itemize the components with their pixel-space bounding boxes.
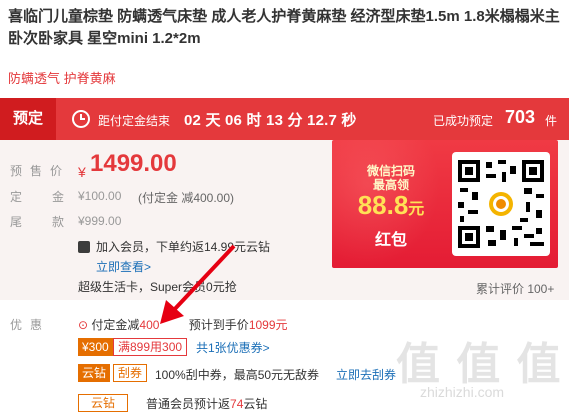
yunzuan-amount: 74 [230,397,244,411]
guaquan-badge[interactable]: 刮券 [113,364,147,382]
coupon-condition-badge[interactable]: 满899用300 [113,338,188,356]
watermark-text: 值 值 值 [396,340,563,389]
deposit-discount-icon: ⊙ [78,318,89,332]
qr-code-icon [458,160,544,248]
presale-price-label: 预售价 [10,164,71,178]
deposit-discount-prefix: 付定金减 [91,318,140,332]
watermark-site: zhizhizhi.com [420,384,505,400]
yunzuan-row: 普通会员预计返74云钻 [146,395,267,412]
countdown-label: 距付定金结束 [98,114,171,128]
product-subtitle: 防螨透气 护脊黄麻 [8,71,116,86]
wechat-promo-card[interactable]: 微信扫码 最高领 88.8元 红包 [332,140,558,268]
scratch-coupon-link[interactable]: 立即去刮券 [336,366,396,383]
promo-line3: 红包 [374,232,407,249]
promo-amount-wrap: 88.8元 [332,190,450,221]
promo-amount: 88.8 [357,190,409,220]
view-now-link[interactable]: 立即查看> [96,258,151,275]
presale-price: 1499.00 [90,150,177,177]
deposit-value: ¥100.00 [78,189,122,203]
more-coupons-link[interactable]: 共1张优惠券> [196,339,270,356]
expected-price-text: 预计到手价 [188,318,249,332]
balance-value: ¥999.00 [78,214,122,228]
yun-badge: 云钻 [78,364,110,382]
guaquan-text: 100%刮中券，最高50元无敌券 [155,368,320,382]
booked-unit: 件 [545,114,558,128]
countdown-timer: 02 天 06 时 13 分 12.7 秒 [184,112,357,129]
deposit-note: (付定金 减400.00) [138,191,235,205]
booked-count: 703 [505,107,536,127]
booked-label: 已成功预定 [433,114,494,128]
yunzuan-badge: 云钻 [78,394,128,412]
price-currency: ¥ [78,164,86,180]
presale-tag: 预定 [0,98,56,140]
coupon-value-badge[interactable]: ¥300 [78,338,113,356]
discount-label: 优惠 [10,318,51,332]
rating-summary[interactable]: 累计评价 100+ [476,280,554,297]
clock-icon [72,110,90,128]
deposit-discount-row: ⊙ 付定金减400 预计到手价1099元 [78,316,288,333]
qr-code [452,152,550,256]
presale-bar: 预定 距付定金结束 02 天 06 时 13 分 12.7 秒 已成功预定 70… [0,98,569,140]
yunzuan-unit: 云钻 [243,397,268,411]
crown-icon [78,241,90,253]
product-title: 喜临门儿童棕垫 防螨透气床垫 成人老人护脊黄麻垫 经济型床垫1.5m 1.8米榻… [8,8,560,47]
expected-price-value: 1099元 [248,318,288,332]
promo-amount-unit: 元 [408,201,425,218]
deposit-discount-amount: 400 [139,318,160,332]
yunzuan-text: 普通会员预计返 [146,397,231,411]
watermark: 值 值 值 zhizhizhi.com [396,328,566,416]
